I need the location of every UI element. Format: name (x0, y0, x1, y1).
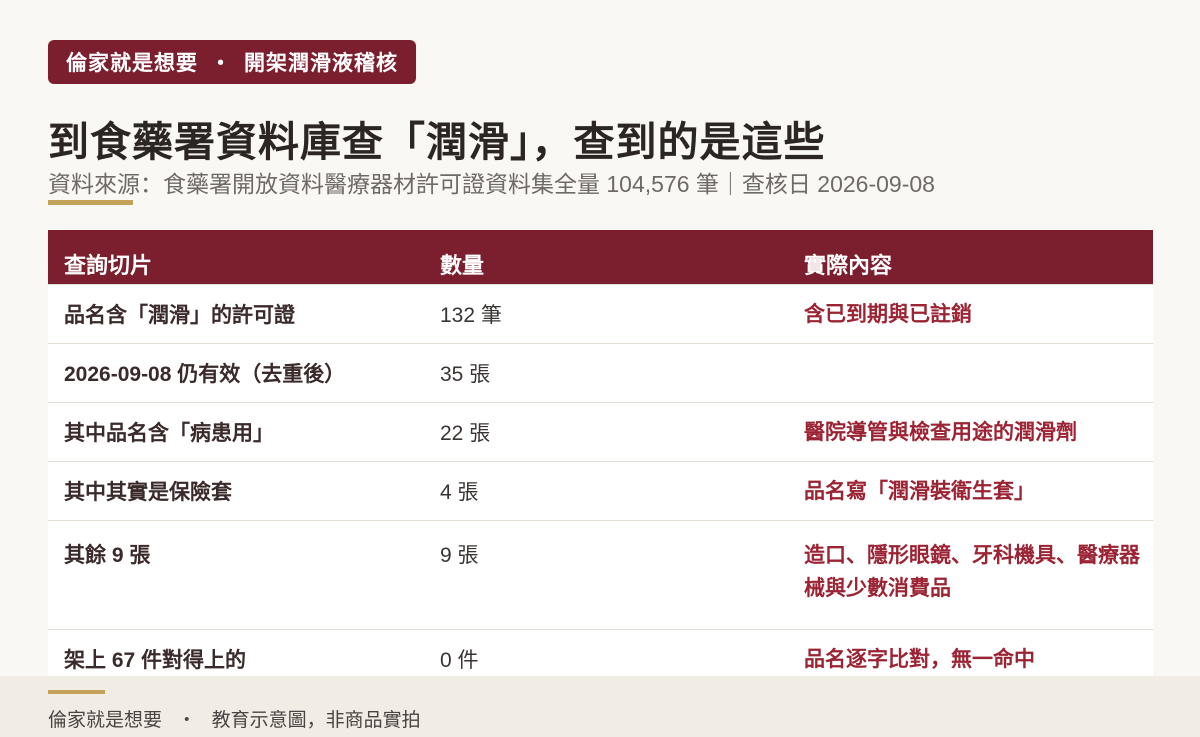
row-content: 品名寫「潤滑裝衛生套」 (788, 461, 1153, 521)
row-content: 含已到期與已註銷 (788, 284, 1153, 344)
page-subtitle: 資料來源：食藥署開放資料醫療器材許可證資料集全量 104,576 筆｜查核日 2… (48, 171, 935, 197)
row-slice: 其餘 9 張 (48, 520, 424, 630)
row-count: 35 張 (424, 343, 788, 403)
title-underline (48, 200, 133, 205)
table-row: 其中品名含「病患用」 22 張 醫院導管與檢查用途的潤滑劑 (48, 402, 1153, 462)
row-count: 132 筆 (424, 284, 788, 344)
section-badge: 倫家就是想要 ・ 開架潤滑液稽核 (48, 40, 416, 84)
footer-brand: 倫家就是想要 (48, 710, 163, 731)
badge-separator: ・ (210, 52, 232, 75)
row-count: 22 張 (424, 402, 788, 462)
footer-note: 教育示意圖，非商品實拍 (211, 710, 421, 731)
footer-accent-line (48, 690, 105, 694)
row-slice: 品名含「潤滑」的許可證 (48, 284, 424, 344)
results-table: 查詢切片 數量 實際內容 品名含「潤滑」的許可證 132 筆 含已到期與已註銷 … (48, 230, 1153, 691)
row-count: 9 張 (424, 520, 788, 630)
row-content: 醫院導管與檢查用途的潤滑劑 (788, 402, 1153, 462)
row-slice: 其中其實是保險套 (48, 461, 424, 521)
header-query-slice: 查詢切片 (64, 253, 153, 278)
table-row: 其中其實是保險套 4 張 品名寫「潤滑裝衛生套」 (48, 461, 1153, 521)
badge-section: 開架潤滑液稽核 (244, 52, 398, 75)
footer-separator: ・ (177, 710, 197, 731)
table-row: 2026-09-08 仍有效（去重後） 35 張 (48, 343, 1153, 403)
page-title: 到食藥署資料庫查「潤滑」，查到的是這些 (48, 119, 826, 165)
row-slice: 其中品名含「病患用」 (48, 402, 424, 462)
badge-brand: 倫家就是想要 (66, 52, 198, 75)
table-row: 其餘 9 張 9 張 造口、隱形眼鏡、牙科機具、醫療器械與少數消費品 (48, 520, 1153, 630)
table-header-row: 查詢切片 數量 實際內容 (48, 230, 1153, 285)
row-content (788, 343, 1153, 403)
header-count: 數量 (440, 253, 485, 278)
table-row: 品名含「潤滑」的許可證 132 筆 含已到期與已註銷 (48, 284, 1153, 344)
row-content: 造口、隱形眼鏡、牙科機具、醫療器械與少數消費品 (788, 520, 1153, 630)
header-actual-content: 實際內容 (804, 253, 893, 278)
row-count: 4 張 (424, 461, 788, 521)
footer-caption: 倫家就是想要 ・ 教育示意圖，非商品實拍 (48, 705, 421, 732)
row-slice: 2026-09-08 仍有效（去重後） (48, 343, 424, 403)
